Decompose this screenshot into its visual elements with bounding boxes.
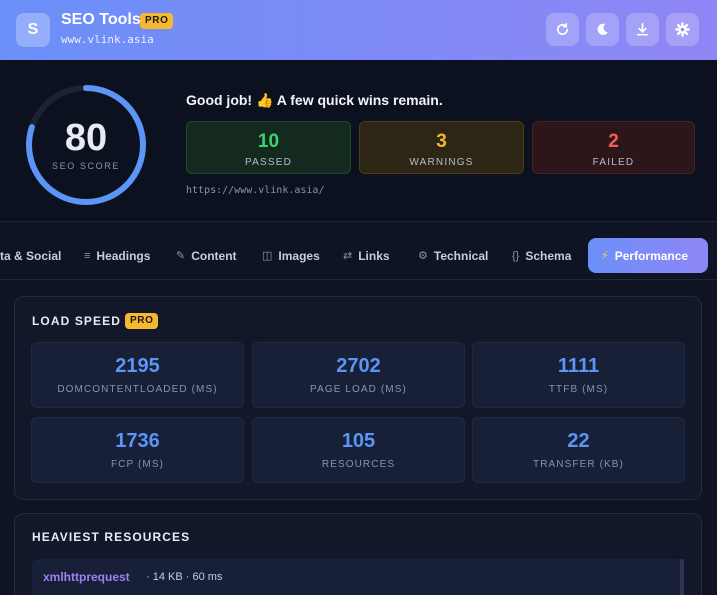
metric-value: 1111 <box>557 355 600 377</box>
heaviest-resources-card: HEAVIEST RESOURCES xmlhttprequest · 14 K… <box>14 513 702 595</box>
list-icon: ≡ <box>84 249 91 262</box>
warnings-stat: 3 WARNINGS <box>359 121 524 174</box>
tab-schema[interactable]: {} Schema <box>512 238 571 273</box>
pro-badge: PRO <box>140 13 174 29</box>
site-url: www.vlink.asia <box>61 33 154 46</box>
seo-score-label: SEO SCORE <box>52 161 120 171</box>
metric-card: 2195 DOMCONTENTLOADED (MS) <box>31 342 244 408</box>
metric-label: DOMCONTENTLOADED (MS) <box>57 384 218 395</box>
metric-label: FCP (MS) <box>110 459 165 470</box>
tab-label: Technical <box>433 248 489 263</box>
metric-card: 1736 FCP (MS) <box>31 417 244 483</box>
app-title: SEO Tools <box>61 11 141 28</box>
tab-links[interactable]: ⇄ Links <box>343 238 390 273</box>
passed-label: PASSED <box>244 157 293 168</box>
app-logo: S <box>16 13 50 47</box>
lightning-icon: ⚡ <box>601 250 609 262</box>
score-panel: 80 SEO SCORE Good job! 👍 A few quick win… <box>0 60 717 222</box>
metric-value: 105 <box>341 430 376 452</box>
tab-label: Headings <box>96 248 151 263</box>
metric-value: 2195 <box>115 355 160 377</box>
tab-performance[interactable]: ⚡ Performance <box>588 238 708 273</box>
load-speed-title: LOAD SPEED <box>32 314 122 328</box>
resource-type: xmlhttprequest <box>43 570 130 584</box>
metric-card: 1111 TTFB (MS) <box>472 342 685 408</box>
failed-stat: 2 FAILED <box>532 121 695 174</box>
refresh-icon <box>557 23 569 35</box>
metric-label: TRANSFER (KB) <box>533 459 624 470</box>
tab-headings[interactable]: ≡ Headings <box>84 238 150 273</box>
tab-label: Schema <box>525 248 572 263</box>
tab-meta-social[interactable]: ta & Social <box>0 238 61 273</box>
passed-count: 10 <box>257 131 280 152</box>
theme-toggle-button[interactable] <box>586 13 619 46</box>
warnings-label: WARNINGS <box>409 157 474 168</box>
metric-card: 105 RESOURCES <box>252 417 465 483</box>
metric-label: TTFB (MS) <box>548 384 609 395</box>
metric-value: 2702 <box>336 355 381 377</box>
heaviest-resources-title: HEAVIEST RESOURCES <box>32 530 191 544</box>
metric-card: 2702 PAGE LOAD (MS) <box>252 342 465 408</box>
tab-content[interactable]: ✎ Content <box>176 238 237 273</box>
seo-score-value: 80 <box>64 117 108 159</box>
resource-meta: · 14 KB · 60 ms <box>146 571 223 583</box>
tab-label: Links <box>358 248 390 263</box>
warnings-count: 3 <box>436 131 447 152</box>
tab-bar: ta & Social ≡ Headings ✎ Content ◫ Image… <box>0 223 717 280</box>
image-icon: ◫ <box>262 250 273 262</box>
arrows-icon: ⇄ <box>343 250 353 262</box>
tab-images[interactable]: ◫ Images <box>262 238 320 273</box>
moon-icon <box>597 23 608 35</box>
braces-icon: {} <box>512 249 520 262</box>
tab-label: Performance <box>614 248 689 263</box>
gear-small-icon: ⚙ <box>418 250 428 262</box>
settings-button[interactable] <box>666 13 699 46</box>
gear-icon <box>675 22 690 37</box>
failed-label: FAILED <box>592 157 635 168</box>
metric-value: 1736 <box>115 430 160 452</box>
metric-label: RESOURCES <box>321 459 396 470</box>
metric-value: 22 <box>567 430 590 452</box>
scrollbar[interactable] <box>680 559 684 595</box>
download-icon <box>636 23 649 36</box>
tab-label: ta & Social <box>0 248 62 263</box>
failed-count: 2 <box>608 131 619 152</box>
tab-label: Images <box>278 248 320 263</box>
list-item[interactable]: xmlhttprequest · 14 KB · 60 ms <box>32 559 684 595</box>
pro-badge: PRO <box>125 313 159 329</box>
score-verdict: Good job! 👍 A few quick wins remain. <box>186 92 443 108</box>
pencil-icon: ✎ <box>176 250 186 262</box>
tab-technical[interactable]: ⚙ Technical <box>418 238 488 273</box>
app-header: S SEO Tools PRO www.vlink.asia <box>0 0 717 60</box>
tab-label: Content <box>191 248 237 263</box>
analyzed-url: https://www.vlink.asia/ <box>186 185 325 196</box>
refresh-button[interactable] <box>546 13 579 46</box>
metric-card: 22 TRANSFER (KB) <box>472 417 685 483</box>
load-speed-card: LOAD SPEED PRO 2195 DOMCONTENTLOADED (MS… <box>14 296 702 500</box>
passed-stat: 10 PASSED <box>186 121 351 174</box>
metric-label: PAGE LOAD (MS) <box>310 384 407 395</box>
download-button[interactable] <box>626 13 659 46</box>
